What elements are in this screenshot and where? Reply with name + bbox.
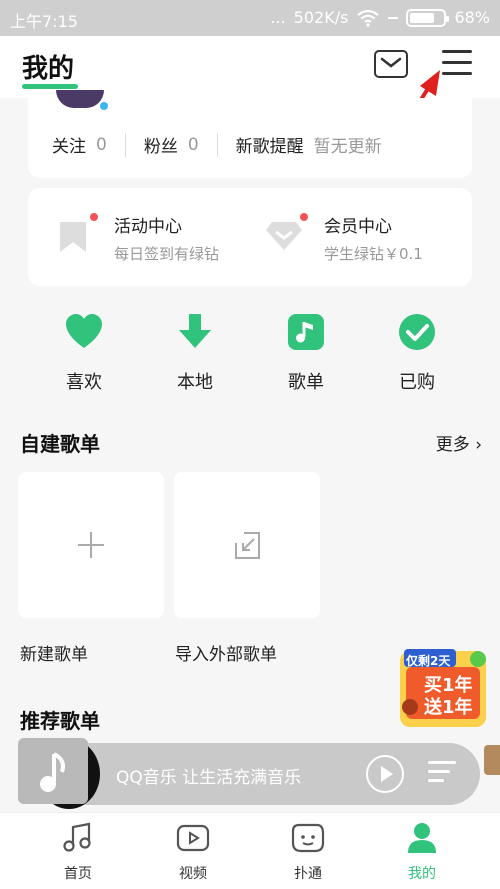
status-dots: ... (270, 8, 286, 27)
music-note-icon (288, 314, 324, 350)
quick-label: 已购 (399, 372, 435, 393)
title-underline (22, 84, 78, 89)
chevron-right-icon: › (475, 435, 482, 455)
section-title-playlists: 自建歌单 (20, 432, 100, 456)
music-note-tab-icon (63, 822, 91, 852)
more-label: 更多 (435, 435, 470, 455)
queue-line (428, 761, 456, 764)
divider (124, 132, 126, 157)
diamond-icon (266, 222, 302, 250)
import-icon (235, 532, 260, 559)
promo-line1: 仅剩2天 (406, 654, 451, 668)
quick-label: 本地 (177, 372, 213, 393)
more-button[interactable]: 更多 › (436, 430, 482, 455)
quick-actions: 喜欢 本地 歌单 已购 (0, 312, 500, 394)
bookmark-icon (60, 222, 86, 252)
activity-subtitle: 每日签到有绿钻 (114, 245, 220, 263)
activity-title: 活动中心 (114, 217, 182, 237)
member-title: 会员中心 (324, 217, 392, 237)
quick-like[interactable]: 喜欢 (44, 312, 124, 394)
bottom-tab-bar: 首页 视频 扑通 我的 (0, 812, 500, 889)
notification-dot (300, 213, 308, 221)
play-button[interactable] (366, 755, 404, 793)
profile-icon (408, 823, 436, 853)
mini-player[interactable]: QQ音乐 让生活充满音乐 (38, 739, 480, 809)
import-playlist-card[interactable] (174, 472, 320, 618)
section-title-recommended: 推荐歌单 (20, 709, 100, 733)
queue-line (428, 770, 450, 773)
queue-line (428, 779, 444, 782)
activity-card: 活动中心 每日签到有绿钻 会员中心 学生绿钻￥0.1 (28, 188, 472, 286)
status-bar: 上午7:15 ... 502K/s 68% (0, 0, 500, 36)
signal-dash-icon (388, 16, 399, 19)
follow-label[interactable]: 关注 (52, 132, 86, 157)
tab-home[interactable]: 首页 (38, 821, 118, 883)
tab-label: 视频 (179, 866, 207, 882)
tab-mine[interactable]: 我的 (382, 821, 462, 883)
check-circle-icon (399, 314, 435, 350)
follow-count[interactable]: 0 (96, 135, 107, 155)
battery-icon (406, 8, 450, 27)
divider (216, 132, 218, 157)
menu-line (442, 61, 472, 64)
promo-line3: 送1年 (424, 697, 473, 718)
quick-playlist[interactable]: 歌单 (266, 312, 346, 394)
profile-stats: 关注 0 粉丝 0 新歌提醒 暂无更新 (52, 132, 382, 157)
chat-face-icon (291, 823, 325, 853)
music-note-icon (40, 752, 65, 792)
member-subtitle: 学生绿钻￥0.1 (324, 245, 423, 263)
promo-sticker[interactable]: 仅剩2天 买1年 送1年 (398, 645, 488, 731)
tab-label: 扑通 (294, 866, 322, 882)
notification-dot (90, 213, 98, 221)
import-playlist-label[interactable]: 导入外部歌单 (175, 640, 277, 665)
album-cover[interactable] (18, 738, 88, 804)
plus-icon (78, 532, 104, 558)
avatar[interactable] (56, 90, 104, 108)
playlist-queue-button[interactable] (428, 761, 456, 788)
status-time: 上午7:15 (10, 12, 78, 31)
profile-card: 关注 0 粉丝 0 新歌提醒 暂无更新 (28, 90, 472, 178)
fans-label[interactable]: 粉丝 (144, 132, 178, 157)
wifi-icon (357, 9, 380, 27)
menu-line (442, 50, 472, 53)
quick-purchased[interactable]: 已购 (377, 312, 457, 394)
download-arrow-icon (179, 314, 211, 348)
quick-label: 喜欢 (66, 372, 102, 393)
tab-label: 我的 (408, 866, 436, 882)
network-speed: 502K/s (293, 8, 349, 27)
newsong-label[interactable]: 新歌提醒 (236, 132, 304, 157)
fans-count[interactable]: 0 (188, 135, 199, 155)
tab-label: 首页 (64, 866, 92, 882)
new-playlist-card[interactable] (18, 472, 164, 618)
battery-percent: 68% (454, 8, 490, 27)
player-text: QQ音乐 让生活充满音乐 (116, 768, 302, 788)
video-play-icon (176, 824, 210, 852)
quick-local[interactable]: 本地 (155, 312, 235, 394)
edge-thumbnail (484, 745, 500, 775)
newsong-status: 暂无更新 (313, 137, 382, 157)
quick-label: 歌单 (288, 372, 324, 393)
tab-video[interactable]: 视频 (153, 821, 233, 883)
new-playlist-label[interactable]: 新建歌单 (20, 640, 88, 665)
page-title[interactable]: 我的 (22, 48, 74, 85)
verified-badge-icon (98, 100, 110, 112)
tab-putong[interactable]: 扑通 (268, 821, 348, 883)
heart-icon (66, 314, 102, 348)
